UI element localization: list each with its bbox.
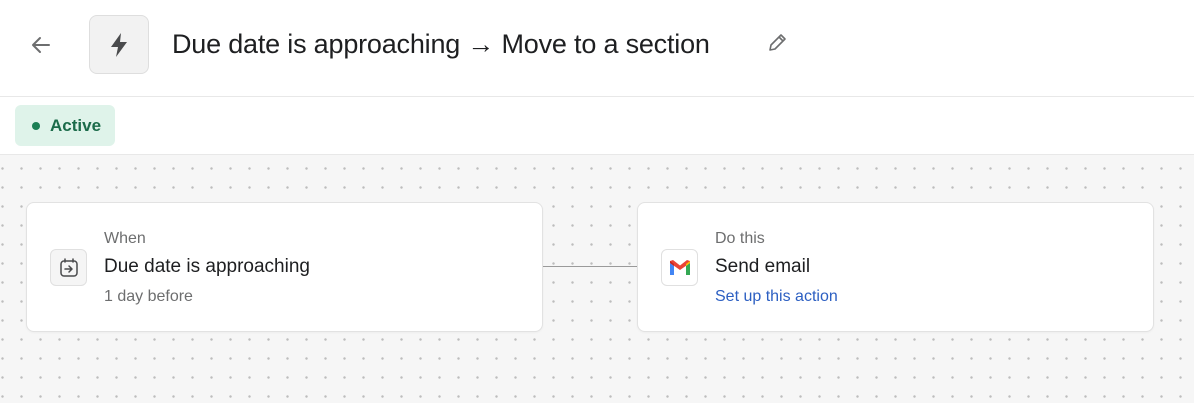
page-title: Due date is approaching → Move to a sect… — [172, 29, 710, 59]
gmail-icon — [669, 259, 690, 275]
rule-header: Due date is approaching → Move to a sect… — [0, 0, 1194, 97]
back-button[interactable] — [26, 30, 56, 60]
status-label: Active — [50, 115, 102, 135]
rule-icon-tile — [89, 15, 149, 74]
setup-action-link[interactable]: Set up this action — [715, 288, 838, 306]
trigger-title: Due date is approaching — [104, 256, 310, 277]
action-title: Send email — [715, 256, 811, 277]
status-dot — [32, 121, 40, 130]
trigger-card[interactable]: When Due date is approaching 1 day befor… — [26, 202, 543, 332]
trigger-detail: 1 day before — [104, 288, 193, 305]
connector-line — [543, 266, 637, 267]
action-kicker: Do this — [715, 230, 765, 247]
pencil-icon — [769, 34, 786, 51]
edit-title-button[interactable] — [764, 30, 790, 56]
workflow-canvas: When Due date is approaching 1 day befor… — [0, 155, 1194, 403]
action-card[interactable]: Do this Send email Set up this action — [637, 202, 1154, 332]
action-icon-box — [661, 249, 698, 286]
lightning-bolt-icon — [111, 32, 127, 57]
trigger-kicker: When — [104, 230, 146, 247]
status-badge[interactable]: Active — [15, 105, 115, 146]
arrow-left-icon — [32, 37, 50, 53]
calendar-arrow-icon — [59, 257, 78, 277]
trigger-icon-box — [50, 249, 87, 286]
status-bar: Active — [0, 97, 1194, 155]
